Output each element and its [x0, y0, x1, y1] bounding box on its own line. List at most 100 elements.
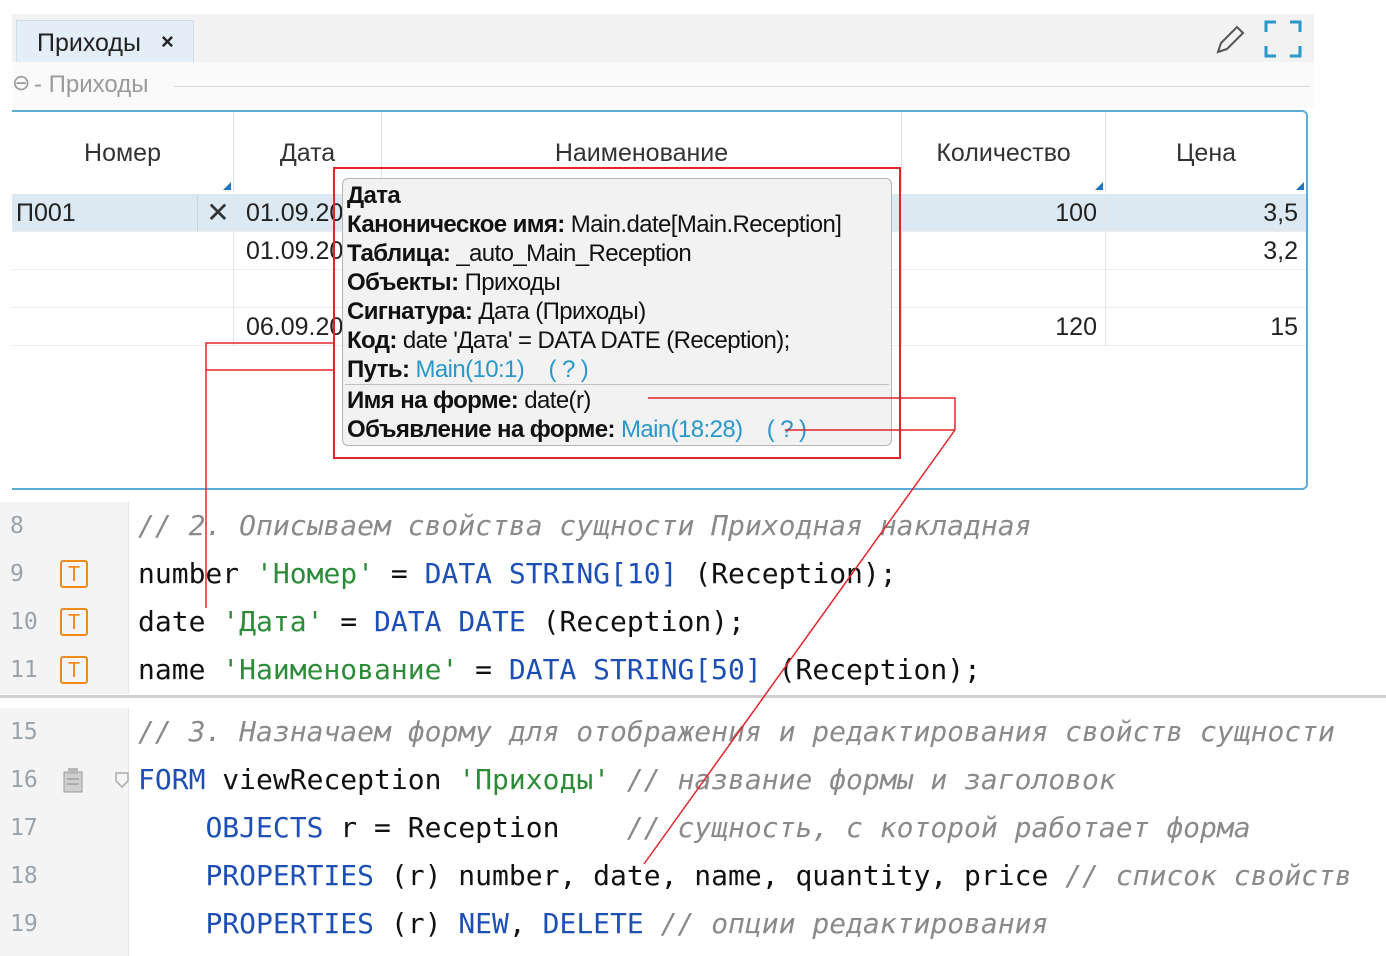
app-window: Приходы × ⊖ Приходы Номер Дата Наименова…	[0, 0, 1386, 956]
code-text: PROPERTIES (r) number, date, name, quant…	[205, 859, 1352, 892]
form-decl-link[interactable]: Main(18:28)	[621, 416, 743, 443]
code-text: name 'Наименование' = DATA STRING[50] (R…	[138, 653, 981, 686]
column-header-number[interactable]: Номер	[12, 112, 234, 192]
tab-bar: Приходы ×	[12, 14, 1314, 63]
tooltip-canonical-name: Каноническое имя: Main.date[Main.Recepti…	[347, 210, 842, 239]
code-line[interactable]: 18 PROPERTIES (r) number, date, name, qu…	[0, 852, 1386, 900]
code-text: PROPERTIES (r) NEW, DELETE // опции реда…	[205, 907, 1049, 940]
group-title: Приходы	[34, 71, 149, 99]
code-line[interactable]: 10 T date 'Дата' = DATA DATE (Reception)…	[0, 598, 1386, 646]
fold-arrow-icon[interactable]	[115, 771, 129, 789]
line-number: 8	[10, 513, 24, 539]
code-line[interactable]: 8 // 2. Описываем свойства сущности Прих…	[0, 502, 1386, 550]
cell-number[interactable]	[12, 308, 234, 346]
line-number: 9	[10, 561, 24, 587]
property-marker-icon[interactable]: T	[60, 608, 88, 636]
code-line[interactable]: 11 T name 'Наименование' = DATA STRING[5…	[0, 646, 1386, 694]
tooltip-form-declaration: Объявление на форме: Main(18:28) ( ? )	[347, 415, 807, 444]
edit-pencil-icon[interactable]	[1214, 22, 1246, 56]
field-value: Приходы	[464, 269, 561, 296]
sort-corner-icon	[223, 182, 231, 190]
field-value: Main.date[Main.Reception]	[570, 211, 842, 238]
tooltip-objects: Объекты: Приходы	[347, 268, 561, 297]
field-value: date 'Дата' = DATA DATE (Reception);	[402, 327, 790, 354]
sort-corner-icon	[1296, 182, 1304, 190]
path-link[interactable]: Main(10:1)	[415, 356, 524, 383]
group-divider	[174, 86, 1310, 87]
code-text: number 'Номер' = DATA STRING[10] (Recept…	[138, 557, 897, 590]
cell-quantity[interactable]	[902, 232, 1106, 270]
field-label: Путь:	[347, 356, 410, 383]
field-value: _auto_Main_Reception	[456, 240, 692, 267]
line-number: 16	[10, 767, 38, 793]
editor-split-divider	[0, 695, 1386, 698]
cell-price[interactable]: 3,5	[1106, 194, 1306, 232]
field-label: Объявление на форме:	[347, 416, 616, 443]
column-header-label: Дата	[279, 139, 336, 167]
field-label: Имя на форме:	[347, 387, 519, 414]
code-line[interactable]: 17 OBJECTS r = Reception // сущность, с …	[0, 804, 1386, 852]
form-decl-help-link[interactable]: ( ? )	[767, 416, 807, 443]
line-number: 19	[10, 911, 38, 937]
cell-number[interactable]	[12, 232, 234, 270]
code-editor-top: 8 // 2. Описываем свойства сущности Прих…	[0, 502, 1386, 694]
line-number: 11	[10, 657, 38, 683]
property-marker-icon[interactable]: T	[60, 560, 88, 588]
tooltip-title-text: Дата	[347, 182, 401, 209]
line-number: 15	[10, 719, 38, 745]
tooltip-path: Путь: Main(10:1) ( ? )	[347, 355, 589, 384]
fullscreen-icon[interactable]	[1264, 20, 1302, 58]
cell-quantity[interactable]	[902, 270, 1106, 308]
sort-corner-icon	[1095, 182, 1103, 190]
cell-price[interactable]: 3,2	[1106, 232, 1306, 270]
tab-label: Приходы	[37, 29, 141, 57]
cell-quantity[interactable]: 100	[902, 194, 1106, 232]
column-header-label: Количество	[936, 139, 1071, 167]
path-help-link[interactable]: ( ? )	[548, 356, 588, 383]
code-text: FORM viewReception 'Приходы' // название…	[138, 763, 1116, 796]
group-collapse-icon[interactable]: ⊖	[12, 70, 30, 96]
clear-value-icon[interactable]: ✕	[197, 194, 238, 232]
toolbar-icons	[1208, 20, 1308, 58]
column-header-quantity[interactable]: Количество	[902, 112, 1106, 192]
tooltip-form-name: Имя на форме: date(r)	[347, 386, 591, 415]
field-value: Дата (Приходы)	[478, 298, 646, 325]
line-number: 18	[10, 863, 38, 889]
column-header-price[interactable]: Цена	[1106, 112, 1306, 192]
cell-price[interactable]	[1106, 270, 1306, 308]
tooltip-separator	[345, 384, 889, 385]
cell-price[interactable]: 15	[1106, 308, 1306, 346]
code-line[interactable]: 9 T number 'Номер' = DATA STRING[10] (Re…	[0, 550, 1386, 598]
code-comment: // 2. Описываем свойства сущности Приход…	[138, 509, 1032, 542]
line-number: 10	[10, 609, 38, 635]
column-header-label: Наименование	[554, 139, 729, 167]
cell-quantity[interactable]: 120	[902, 308, 1106, 346]
field-value: date(r)	[524, 387, 591, 414]
column-header-label: Номер	[84, 139, 161, 167]
form-bookmark-icon[interactable]	[62, 766, 84, 794]
code-text: date 'Дата' = DATA DATE (Reception);	[138, 605, 745, 638]
tooltip-title: Дата	[347, 181, 401, 210]
column-header-label: Цена	[1175, 139, 1237, 167]
line-number: 17	[10, 815, 38, 841]
code-comment: // 3. Назначаем форму для отображения и …	[138, 715, 1335, 748]
tab-receptions[interactable]: Приходы ×	[16, 20, 194, 62]
property-marker-icon[interactable]: T	[60, 656, 88, 684]
code-line[interactable]: 15 // 3. Назначаем форму для отображения…	[0, 708, 1386, 756]
field-label: Сигнатура:	[347, 298, 473, 325]
code-line[interactable]: 16 FORM viewReception 'Приходы' // назва…	[0, 756, 1386, 804]
code-line[interactable]: 19 PROPERTIES (r) NEW, DELETE // опции р…	[0, 900, 1386, 948]
cell-number[interactable]	[12, 270, 234, 308]
field-label: Каноническое имя:	[347, 211, 565, 238]
property-info-tooltip: Дата Каноническое имя: Main.date[Main.Re…	[342, 178, 892, 446]
tooltip-table: Таблица: _auto_Main_Reception	[347, 239, 692, 268]
code-text: OBJECTS r = Reception // сущность, с кот…	[205, 811, 1251, 844]
field-label: Таблица:	[347, 240, 451, 267]
tooltip-signature: Сигнатура: Дата (Приходы)	[347, 297, 646, 326]
group-header: ⊖ Приходы	[12, 62, 1314, 108]
code-editor-bottom: 15 // 3. Назначаем форму для отображения…	[0, 708, 1386, 956]
tooltip-code: Код: date 'Дата' = DATA DATE (Reception)…	[347, 326, 790, 355]
tab-close-button[interactable]: ×	[161, 29, 174, 55]
field-label: Код:	[347, 327, 397, 354]
field-label: Объекты:	[347, 269, 459, 296]
